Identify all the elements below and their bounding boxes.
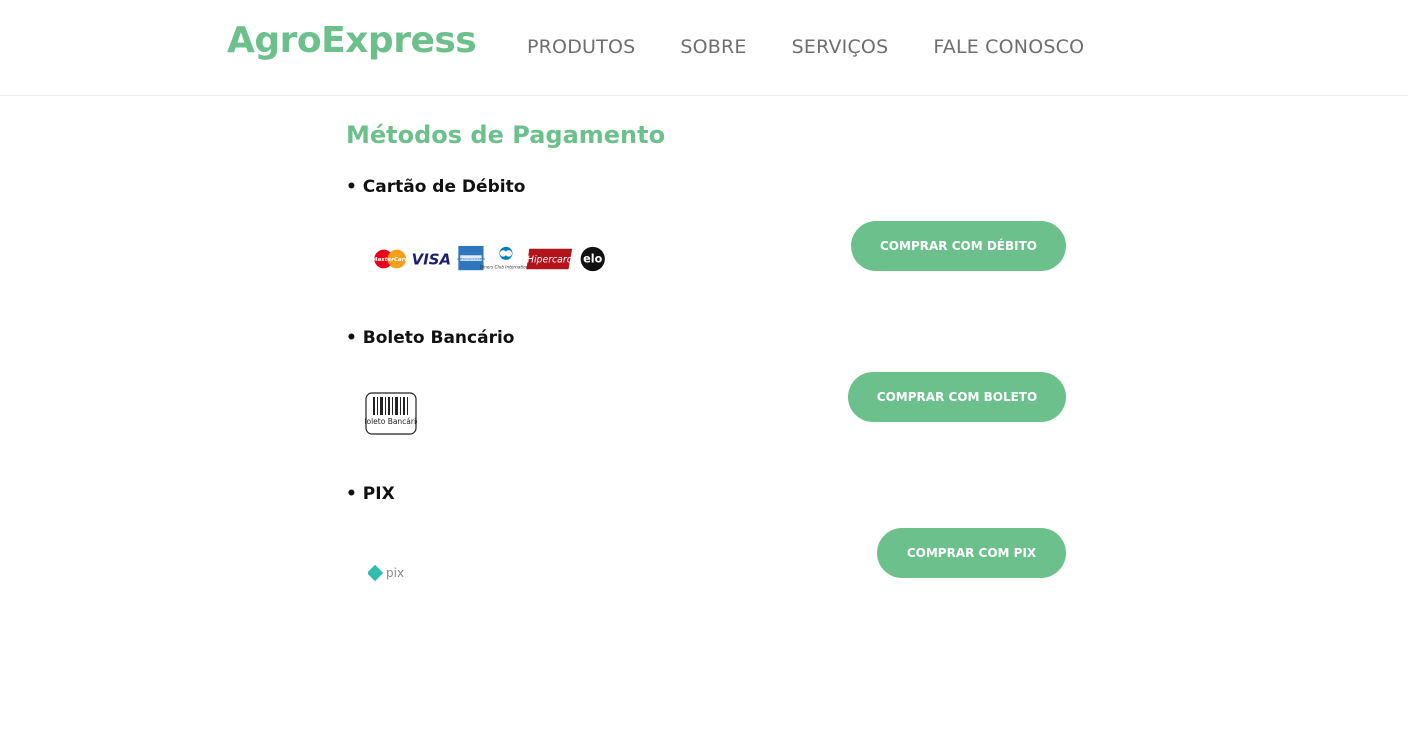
diners-icon: Diners Club International	[480, 246, 533, 269]
method-title-debit: • Cartão de Débito	[346, 177, 526, 197]
svg-text:pix: pix	[386, 566, 404, 580]
method-title-pix: • PIX	[346, 484, 395, 504]
svg-text:AMERICAN EXPRESS: AMERICAN EXPRESS	[457, 257, 486, 261]
svg-text:VISA: VISA	[412, 251, 451, 269]
pix-icon: pix	[368, 564, 404, 582]
svg-text:elo: elo	[583, 253, 602, 266]
site-logo[interactable]: AgroExpress	[227, 20, 477, 61]
mastercard-icon: MasterCard	[372, 249, 410, 269]
nav-link-servicos[interactable]: SERVIÇOS	[792, 36, 889, 58]
visa-icon: VISA	[412, 251, 451, 269]
svg-text:Boleto Bancário: Boleto Bancário	[365, 417, 417, 426]
main-nav: PRODUTOS SOBRE SERVIÇOS FALE CONOSCO	[527, 36, 1129, 58]
buy-with-boleto-button[interactable]: COMPRAR COM BOLETO	[848, 372, 1066, 422]
site-header: AgroExpress PRODUTOS SOBRE SERVIÇOS FALE…	[0, 0, 1408, 96]
boleto-barcode-icon: Boleto Bancário	[365, 392, 417, 435]
nav-link-sobre[interactable]: SOBRE	[680, 36, 746, 58]
nav-link-fale-conosco[interactable]: FALE CONOSCO	[933, 36, 1084, 58]
nav-link-produtos[interactable]: PRODUTOS	[527, 36, 635, 58]
buy-with-pix-button[interactable]: COMPRAR COM PIX	[877, 528, 1066, 578]
hipercard-icon: Hipercard	[526, 248, 573, 270]
buy-with-debit-button[interactable]: COMPRAR COM DÉBITO	[851, 221, 1066, 271]
method-title-boleto: • Boleto Bancário	[346, 328, 515, 348]
svg-text:Diners Club International: Diners Club International	[480, 264, 533, 269]
page-title: Métodos de Pagamento	[346, 121, 666, 149]
svg-text:Hipercard: Hipercard	[527, 255, 573, 266]
elo-icon: elo	[580, 246, 605, 272]
svg-text:MasterCard: MasterCard	[372, 257, 410, 263]
card-brands: MasterCard VISA AMERICAN EXPRESS Diners …	[372, 245, 605, 272]
